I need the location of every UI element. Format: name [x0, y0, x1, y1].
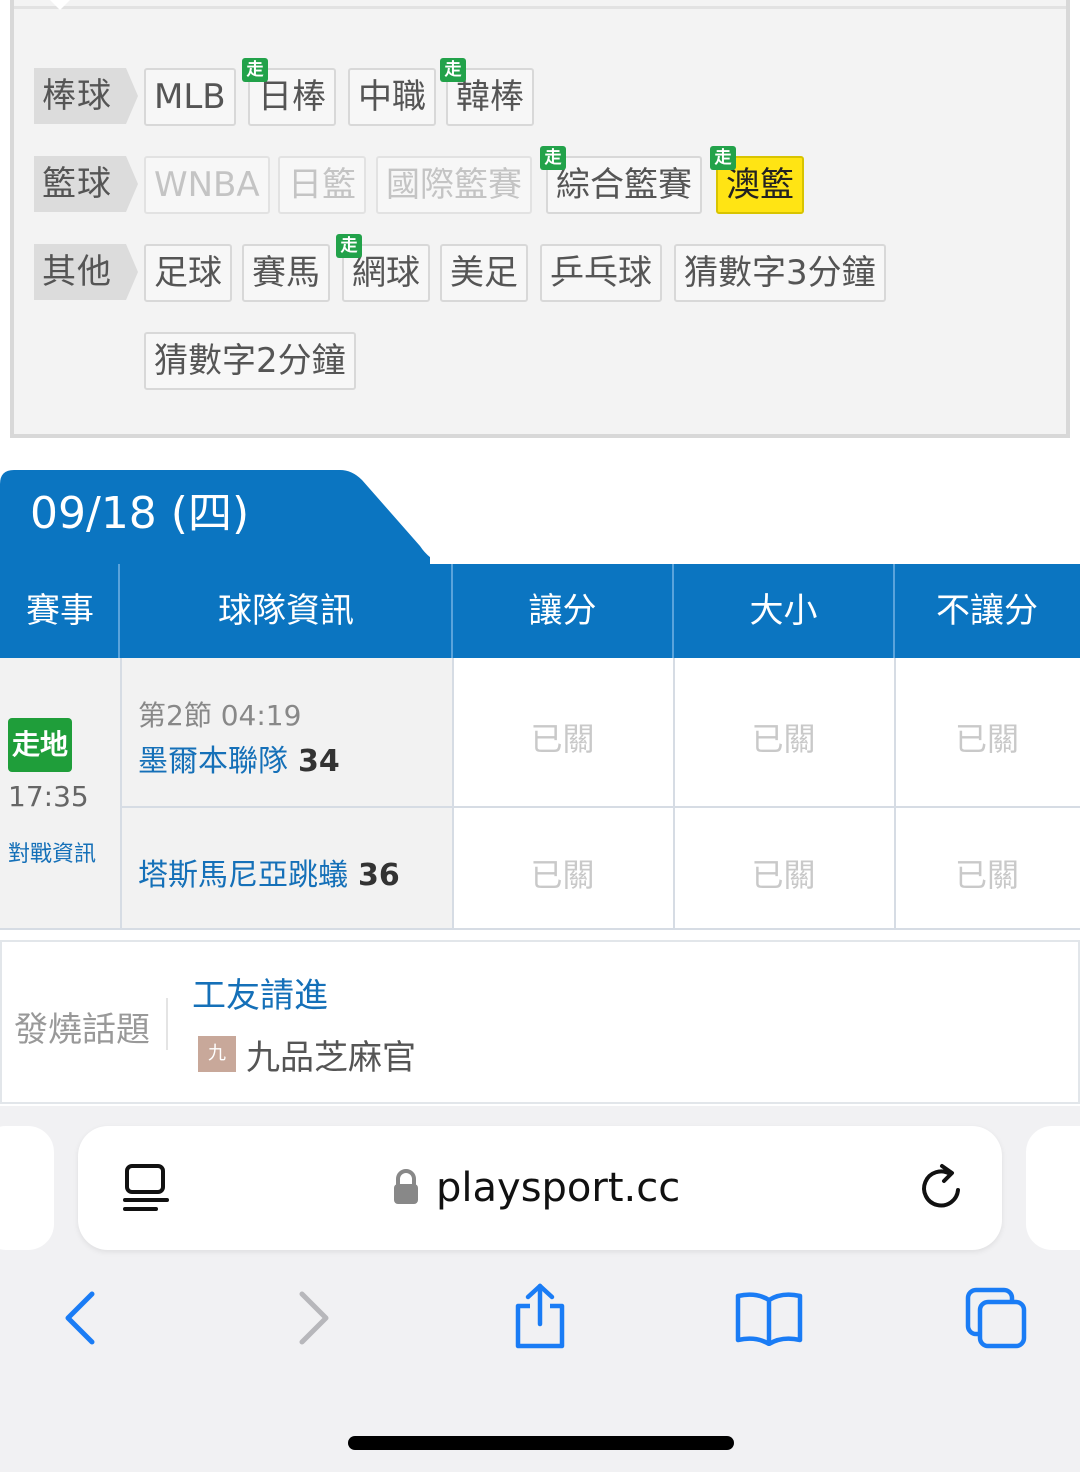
category-row-basketball: 籃球 WNBA 日籃 國際籃賽 走綜合籃賽 走澳籃 [14, 146, 1066, 216]
reload-icon[interactable] [918, 1162, 966, 1214]
chip-guess-number-2min[interactable]: 猜數字2分鐘 [144, 332, 356, 390]
chip-npb[interactable]: 走日棒 [242, 58, 336, 126]
live-badge: 走 [440, 58, 466, 82]
chip-american-football[interactable]: 美足 [440, 244, 528, 302]
category-row-baseball: 棒球 MLB 走日棒 中職 走韓棒 [14, 58, 1066, 128]
away-team-name: 塔斯馬尼亞跳蟻 [138, 858, 348, 893]
chip-cpbl[interactable]: 中職 [348, 68, 436, 126]
next-tab-preview[interactable] [1026, 1126, 1080, 1250]
chip-mixed-basketball[interactable]: 走綜合籃賽 [540, 146, 702, 214]
game-time: 17:35 [8, 780, 89, 813]
chip-horse-racing[interactable]: 賽馬 [242, 244, 330, 302]
back-icon[interactable] [60, 1290, 100, 1346]
hot-topics: 發燒話題 工友請進 九 九品芝麻官 [0, 940, 1080, 1104]
bookmarks-icon[interactable] [734, 1290, 804, 1346]
browser-chrome: playsport.cc [0, 1106, 1080, 1472]
away-team[interactable]: 塔斯馬尼亞跳蟻 36 [138, 850, 400, 894]
panel-notch [50, 0, 70, 10]
panel-top-line [14, 6, 1066, 9]
category-panel: 棒球 MLB 走日棒 中職 走韓棒 籃球 WNBA 日籃 國際籃賽 走綜合籃賽 … [10, 0, 1070, 438]
hot-topics-label: 發燒話題 [14, 1010, 150, 1050]
chip-soccer[interactable]: 足球 [144, 244, 232, 302]
category-label-other: 其他 [34, 244, 138, 300]
url-text[interactable]: playsport.cc [436, 1160, 680, 1216]
moneyline-away-closed: 已關 [954, 856, 1019, 894]
live-badge: 走 [242, 58, 268, 82]
live-tag[interactable]: 走地 [8, 718, 72, 772]
hot-topic-author[interactable]: 九品芝麻官 [246, 1030, 416, 1079]
home-team-score: 34 [298, 744, 340, 779]
head-to-head-link[interactable]: 對戰資訊 [8, 836, 96, 868]
spread-away-closed: 已關 [530, 856, 595, 894]
chip-tennis[interactable]: 走網球 [336, 234, 430, 302]
moneyline-home-closed: 已關 [954, 720, 1019, 758]
col-header-team-info: 球隊資訊 [218, 591, 354, 631]
chip-guess-number-3min[interactable]: 猜數字3分鐘 [674, 244, 886, 302]
tabs-icon[interactable] [964, 1286, 1030, 1350]
col-header-spread: 讓分 [528, 591, 597, 631]
chip-table-tennis[interactable]: 乒乓球 [540, 244, 662, 302]
home-indicator [348, 1436, 734, 1450]
chip-kbo[interactable]: 走韓棒 [440, 58, 534, 126]
home-team[interactable]: 墨爾本聯隊 34 [138, 736, 340, 780]
lock-icon [394, 1169, 418, 1204]
hot-topic-title[interactable]: 工友請進 [192, 968, 328, 1017]
total-away-closed: 已關 [751, 856, 816, 894]
category-row-other-wrap: 猜數字2分鐘 [14, 332, 1066, 392]
game-period: 第2節 04:19 [138, 699, 302, 732]
hot-topics-separator [166, 998, 168, 1050]
category-label-basketball: 籃球 [34, 156, 138, 212]
col-header-total: 大小 [749, 591, 818, 631]
chip-intl-basketball[interactable]: 國際籃賽 [376, 156, 532, 214]
date-header: 09/18 (四) [30, 488, 250, 539]
row-separator [120, 806, 1080, 808]
home-team-name: 墨爾本聯隊 [138, 744, 288, 779]
chip-mlb[interactable]: MLB [144, 68, 236, 126]
forward-icon[interactable] [294, 1290, 334, 1346]
total-home-closed: 已關 [751, 720, 816, 758]
away-team-score: 36 [358, 858, 400, 893]
col-header-event: 賽事 [26, 591, 94, 631]
category-label-baseball: 棒球 [34, 68, 138, 124]
odds-table-header: 賽事 球隊資訊 讓分 大小 不讓分 [0, 564, 1080, 658]
share-icon[interactable] [510, 1282, 570, 1350]
address-bar[interactable]: playsport.cc [78, 1126, 1002, 1250]
previous-tab-preview[interactable] [0, 1126, 54, 1250]
category-row-other: 其他 足球 賽馬 走網球 美足 乒乓球 猜數字3分鐘 [14, 234, 1066, 304]
chip-wnba[interactable]: WNBA [144, 156, 270, 214]
live-badge: 走 [540, 146, 566, 170]
spread-home-closed: 已關 [530, 720, 595, 758]
live-badge: 走 [336, 234, 362, 258]
author-avatar: 九 [198, 1036, 236, 1072]
col-header-moneyline: 不讓分 [936, 591, 1038, 631]
chip-nbl[interactable]: 走澳籃 [710, 146, 804, 214]
live-badge: 走 [710, 146, 736, 170]
chip-jbl[interactable]: 日籃 [278, 156, 366, 214]
tab-overview-icon[interactable] [122, 1162, 170, 1214]
